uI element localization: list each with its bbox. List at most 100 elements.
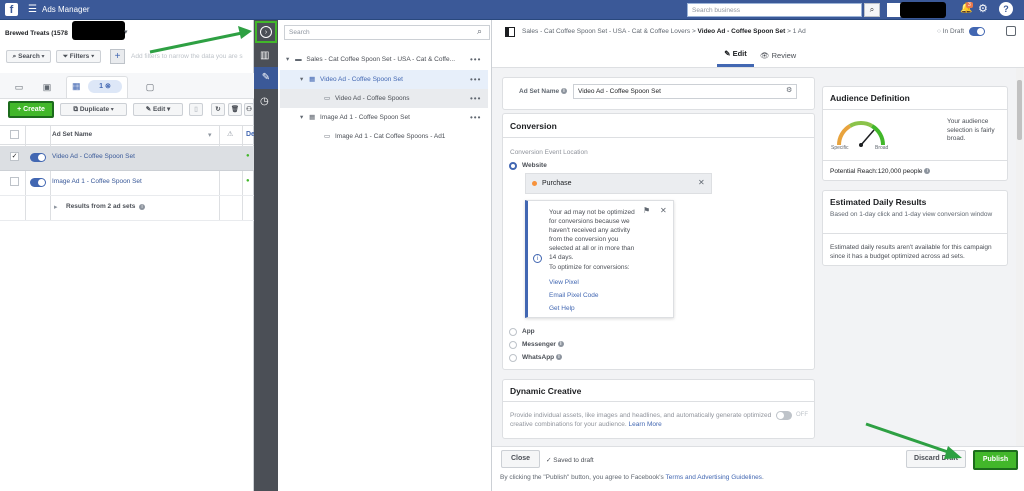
messenger-radio[interactable] <box>509 341 517 349</box>
website-radio-label[interactable]: Website <box>522 162 547 169</box>
filters-button[interactable]: ⏷ Filters ▾ <box>56 50 101 63</box>
draft-toggle[interactable] <box>969 27 985 36</box>
people-icon[interactable]: ⚇ <box>244 103 254 116</box>
facebook-logo[interactable]: f <box>5 3 18 16</box>
tree-item-ad[interactable]: ▭ Image Ad 1 - Cat Coffee Spoons - Ad1 <box>280 127 488 146</box>
gear-icon[interactable]: ⚙ <box>978 2 988 15</box>
info-icon[interactable]: i <box>139 204 145 210</box>
column-header-name[interactable]: Ad Set Name <box>52 131 92 138</box>
breadcrumb-campaign[interactable]: Sales - Cat Coffee Spoon Set - USA - Cat… <box>522 28 690 35</box>
tab-edit[interactable]: ✎ Edit <box>717 49 754 67</box>
more-icon[interactable]: ••• <box>470 70 481 89</box>
tab-review[interactable]: 👁 Review <box>760 51 796 60</box>
website-radio[interactable] <box>509 162 517 170</box>
whatsapp-radio[interactable] <box>509 354 517 362</box>
audience-definition-title: Audience Definition <box>830 93 910 103</box>
view-pixel-link[interactable]: View Pixel <box>549 279 579 286</box>
panel-toggle-icon[interactable] <box>505 27 515 37</box>
tab-campaigns[interactable]: ▭ <box>8 78 30 96</box>
tree-search-input[interactable]: Search <box>284 25 490 40</box>
toggle-knob[interactable] <box>777 412 784 419</box>
lock-icon[interactable]: ▯ <box>189 103 203 116</box>
menu-icon[interactable]: ☰ <box>28 4 37 15</box>
close-button[interactable]: Close <box>501 450 540 468</box>
pencil-icon[interactable]: ✎ <box>254 67 278 89</box>
caret-down-icon[interactable]: ▾ <box>286 56 289 63</box>
row-toggle[interactable] <box>30 153 46 162</box>
business-search-input[interactable]: Search business <box>687 3 862 17</box>
whatsapp-radio-label[interactable]: WhatsApp i <box>522 354 562 361</box>
row-checkbox[interactable]: ✓ <box>10 152 19 161</box>
row-checkbox[interactable] <box>10 177 19 186</box>
trash-icon[interactable]: 🗑 <box>228 103 242 116</box>
tab-ad-sets[interactable]: ▣ <box>36 78 58 96</box>
select-all-checkbox[interactable] <box>10 130 19 139</box>
more-icon[interactable]: ••• <box>470 89 481 108</box>
adset-name-label-text: Ad Set Name <box>519 88 560 95</box>
terms-link[interactable]: Terms and Advertising Guidelines <box>665 474 761 481</box>
create-button-label: Create <box>23 106 45 113</box>
selected-count-badge[interactable]: 1 ⊗ <box>88 80 122 93</box>
add-filter-button[interactable]: + <box>110 49 125 64</box>
tree-item-adset-selected[interactable]: ▾ ▦ Video Ad - Coffee Spoon Set ••• <box>280 70 488 89</box>
gear-icon[interactable]: ⚙ <box>786 86 792 94</box>
divider <box>503 401 814 402</box>
collapse-icon[interactable] <box>1006 26 1016 36</box>
edit-button[interactable]: ✎ Edit ▾ <box>133 103 183 116</box>
close-icon[interactable]: ✕ <box>660 206 667 215</box>
info-icon[interactable]: i <box>555 354 562 361</box>
app-title[interactable]: Ads Manager <box>42 5 90 14</box>
whatsapp-radio-text: WhatsApp <box>522 354 555 361</box>
clock-icon[interactable]: ◷ <box>260 96 269 107</box>
scrollbar-thumb[interactable] <box>1017 80 1022 140</box>
flag-icon[interactable]: ⚑ <box>643 206 650 215</box>
conversion-event-label[interactable]: Purchase <box>542 180 572 187</box>
messenger-radio-label[interactable]: Messenger i <box>522 341 564 348</box>
terms-suffix: . <box>761 474 764 481</box>
app-radio[interactable] <box>509 328 517 336</box>
chevron-right-icon[interactable]: › <box>260 26 272 38</box>
tree-item-campaign[interactable]: ▾ ▬ Sales - Cat Coffee Spoon Set - USA -… <box>280 50 488 69</box>
chevron-down-icon[interactable]: ▾ <box>124 28 128 36</box>
search-button[interactable]: ⌕ Search ▾ <box>6 50 51 63</box>
row-toggle[interactable] <box>30 178 46 187</box>
info-icon[interactable]: i <box>560 88 567 95</box>
learn-more-link[interactable]: Learn More <box>629 421 662 428</box>
breadcrumb-adset[interactable]: Video Ad - Coffee Spoon Set <box>698 28 786 35</box>
filter-hint-text[interactable]: Add filters to narrow the data you are s <box>131 53 254 60</box>
help-icon[interactable]: ? <box>999 2 1013 16</box>
account-name-redacted[interactable] <box>900 2 946 18</box>
refresh-icon[interactable]: ↻ <box>211 103 225 116</box>
search-icon[interactable]: ⌕ <box>477 26 482 37</box>
create-button[interactable]: + Create <box>8 101 54 118</box>
chart-icon[interactable]: ▥ <box>260 50 269 61</box>
account-avatar[interactable] <box>887 3 901 17</box>
discard-draft-button[interactable]: Discard Draft <box>906 450 966 468</box>
more-icon[interactable]: ••• <box>470 50 481 69</box>
search-icon[interactable]: ⌕ <box>864 3 880 17</box>
adset-name-input[interactable]: Video Ad - Coffee Spoon Set <box>573 84 797 99</box>
email-pixel-code-link[interactable]: Email Pixel Code <box>549 292 599 299</box>
row-name-link[interactable]: Video Ad - Coffee Spoon Set <box>52 153 135 160</box>
app-radio-label[interactable]: App <box>522 328 535 335</box>
tab-ads-level[interactable]: ▢ <box>139 78 161 96</box>
get-help-link[interactable]: Get Help <box>549 305 575 312</box>
tree-item-adset[interactable]: ▾ ▦ Image Ad 1 - Coffee Spoon Set ••• <box>280 108 488 127</box>
more-icon[interactable]: ••• <box>470 108 481 127</box>
row-name-link[interactable]: Image Ad 1 - Coffee Spoon Set <box>52 178 142 185</box>
sort-icon[interactable]: ▾ <box>208 131 212 139</box>
duplicate-button[interactable]: ⧉ Duplicate ▾ <box>60 103 127 116</box>
tree-item-ad[interactable]: ▭ Video Ad - Coffee Spoons ••• <box>280 89 488 108</box>
warning-icon[interactable]: ⚠ <box>227 130 233 138</box>
caret-down-icon[interactable]: ▾ <box>300 114 303 121</box>
tree-item-label: Video Ad - Coffee Spoon Set <box>320 76 403 83</box>
info-icon[interactable]: i <box>924 168 931 175</box>
potential-reach: Potential Reach:120,000 people i <box>830 168 931 175</box>
chevron-right-icon[interactable]: ▸ <box>54 203 58 211</box>
duplicate-button-label: Duplicate <box>79 106 110 113</box>
close-icon[interactable]: ✕ <box>698 178 705 187</box>
caret-down-icon[interactable]: ▾ <box>300 76 303 83</box>
info-icon[interactable]: i <box>557 341 564 348</box>
breadcrumb-ad[interactable]: 1 Ad <box>793 28 806 35</box>
publish-button[interactable]: Publish <box>973 450 1018 470</box>
